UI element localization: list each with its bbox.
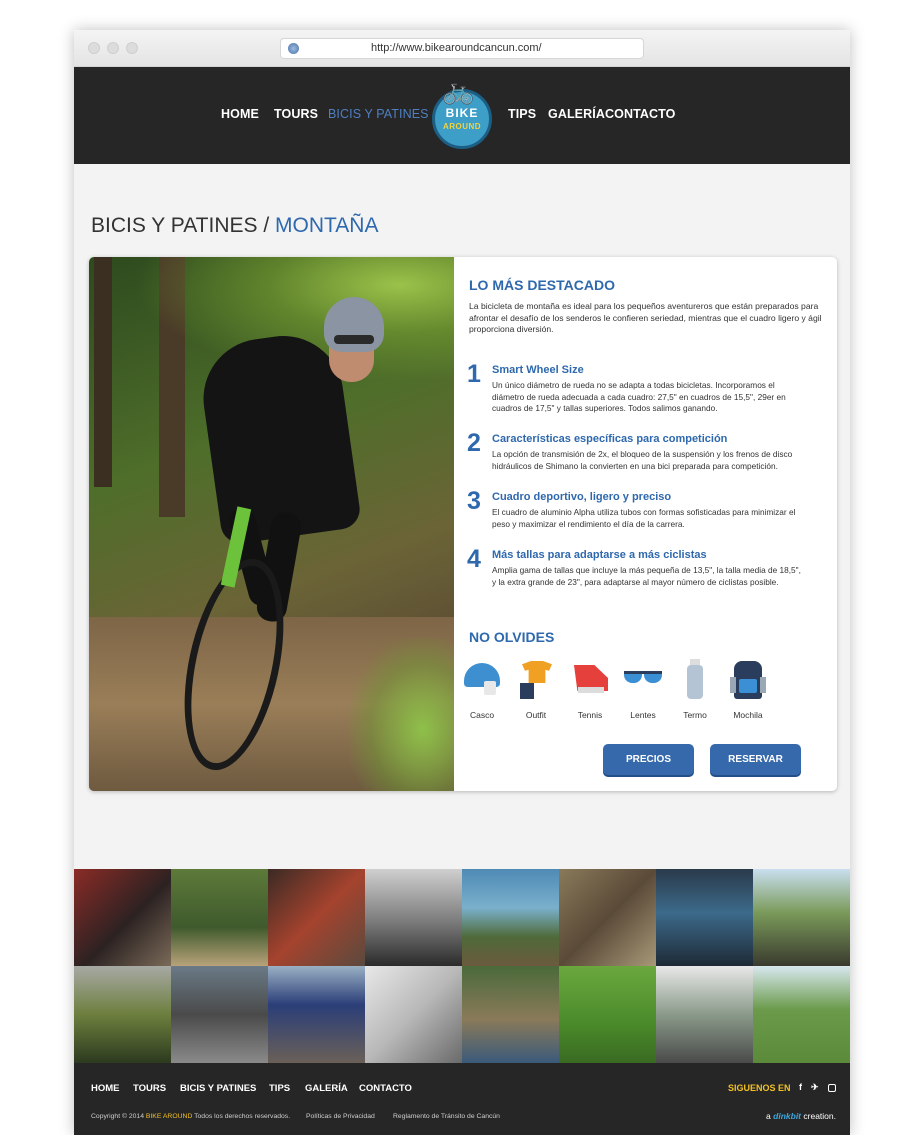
gear-label: Outfit — [525, 710, 547, 720]
maximize-window-button[interactable] — [126, 42, 138, 54]
gallery-photo[interactable] — [753, 869, 850, 966]
browser-chrome: http://www.bikearoundcancun.com/ — [74, 30, 850, 67]
product-details: LO MÁS DESTACADO La bicicleta de montaña… — [454, 257, 837, 791]
copyright-suffix: Todos los derechos reservados. — [194, 1113, 291, 1120]
footer-nav-tips[interactable]: TIPS — [269, 1083, 290, 1094]
copyright-prefix: Copyright © 2014 — [91, 1113, 144, 1120]
gear-item-mochila: Mochila — [720, 659, 776, 720]
address-bar[interactable]: http://www.bikearoundcancun.com/ — [280, 38, 644, 59]
glasses-icon — [623, 659, 663, 699]
gallery-photo[interactable] — [753, 966, 850, 1063]
gallery-photo[interactable] — [171, 966, 268, 1063]
twitter-icon[interactable]: ✈ — [811, 1082, 819, 1093]
gear-item-termo: Termo — [667, 659, 723, 720]
footer-nav-galeria[interactable]: GALERÍA — [305, 1083, 348, 1094]
privacy-policy-link[interactable]: Políticas de Privacidad — [306, 1113, 375, 1120]
backpack-icon — [728, 659, 768, 699]
credit-suffix: creation. — [803, 1111, 836, 1121]
feature-title: Smart Wheel Size — [492, 364, 584, 376]
footer-nav-bicis-y-patines[interactable]: BICIS Y PATINES — [180, 1083, 256, 1094]
address-bar-url: http://www.bikearoundcancun.com/ — [371, 42, 542, 54]
outfit-icon — [516, 659, 556, 699]
gear-label: Casco — [469, 710, 495, 720]
feature-text: El cuadro de aluminio Alpha utiliza tubo… — [492, 507, 796, 529]
facebook-icon[interactable]: f — [799, 1082, 802, 1092]
gallery-photo[interactable] — [74, 869, 171, 966]
helmet-icon — [462, 659, 502, 699]
close-window-button[interactable] — [88, 42, 100, 54]
copyright-brand: BIKE AROUND — [145, 1113, 193, 1120]
gallery-photo[interactable] — [268, 966, 365, 1063]
nav-tours[interactable]: TOURS — [274, 107, 318, 121]
gear-item-lentes: Lentes — [615, 659, 671, 720]
gallery-photo[interactable] — [365, 869, 462, 966]
logo-text-around: AROUND — [442, 122, 482, 131]
prices-button[interactable]: PRECIOS — [603, 744, 694, 775]
gear-item-tennis: Tennis — [562, 659, 618, 720]
agency-credit[interactable]: a dinkbit creation. — [766, 1111, 836, 1121]
nav-bicis-y-patines[interactable]: BICIS Y PATINES — [328, 107, 429, 121]
book-button[interactable]: RESERVAR — [710, 744, 801, 775]
nav-home[interactable]: HOME — [221, 107, 259, 121]
photo-gallery-grid — [74, 869, 850, 1063]
gallery-photo[interactable] — [365, 966, 462, 1063]
footer-nav-home[interactable]: HOME — [91, 1083, 120, 1094]
feature-title: Cuadro deportivo, ligero y preciso — [492, 491, 672, 503]
instagram-icon[interactable] — [828, 1084, 836, 1092]
credit-prefix: a — [766, 1111, 771, 1121]
highlights-intro: La bicicleta de montaña es ideal para lo… — [469, 301, 822, 334]
follow-us-label: SIGUENOS EN — [728, 1083, 791, 1093]
copyright-text: Copyright © 2014 BIKE AROUND Todos los d… — [91, 1113, 290, 1120]
nav-tips[interactable]: TIPS — [508, 107, 536, 121]
feature-number: 2 — [467, 429, 481, 457]
gear-item-casco: Casco — [454, 659, 510, 720]
gear-item-outfit: Outfit — [508, 659, 564, 720]
gallery-photo[interactable] — [462, 869, 559, 966]
gallery-photo[interactable] — [656, 966, 753, 1063]
traffic-rules-link[interactable]: Reglamento de Tránsito de Cancún — [393, 1113, 500, 1120]
page-title-main: BICIS Y PATINES / — [91, 214, 276, 237]
bicycle-icon: 🚲 — [442, 75, 475, 105]
gallery-photo[interactable] — [559, 869, 656, 966]
feature-number: 4 — [467, 545, 481, 573]
gallery-photo[interactable] — [171, 869, 268, 966]
gallery-photo[interactable] — [559, 966, 656, 1063]
footer-nav-contacto[interactable]: CONTACTO — [359, 1083, 412, 1094]
sneaker-icon — [570, 659, 610, 699]
bottle-icon — [675, 659, 715, 699]
gear-label: Lentes — [630, 710, 656, 720]
site-logo[interactable]: 🚲 BIKE AROUND — [432, 75, 492, 149]
site-header: HOME TOURS BICIS Y PATINES 🚲 BIKE AROUND… — [74, 67, 850, 164]
gear-label: Tennis — [577, 710, 603, 720]
minimize-window-button[interactable] — [107, 42, 119, 54]
highlights-heading: LO MÁS DESTACADO — [469, 277, 615, 293]
nav-contacto[interactable]: CONTACTO — [605, 107, 675, 121]
feature-text: Amplia gama de tallas que incluye la más… — [492, 565, 801, 587]
gear-label: Mochila — [733, 710, 763, 720]
feature-number: 1 — [467, 360, 481, 388]
nav-galeria[interactable]: GALERÍA — [548, 107, 605, 121]
favicon-icon — [288, 43, 299, 54]
credit-brand: dinkbit — [773, 1111, 802, 1121]
feature-number: 3 — [467, 487, 481, 515]
product-card: LO MÁS DESTACADO La bicicleta de montaña… — [89, 257, 837, 791]
gallery-photo[interactable] — [656, 869, 753, 966]
page-title: BICIS Y PATINES / MONTAÑA — [91, 214, 378, 238]
footer-nav-tours[interactable]: TOURS — [133, 1083, 166, 1094]
feature-text: Un único diámetro de rueda no se adapta … — [492, 380, 786, 413]
gallery-photo[interactable] — [462, 966, 559, 1063]
gallery-photo[interactable] — [74, 966, 171, 1063]
browser-window: http://www.bikearoundcancun.com/ HOME TO… — [74, 30, 850, 1135]
site-footer: HOME TOURS BICIS Y PATINES TIPS GALERÍA … — [74, 1063, 850, 1135]
remember-heading: NO OLVIDES — [469, 629, 555, 645]
page-title-sub: MONTAÑA — [275, 214, 379, 237]
feature-title: Más tallas para adaptarse a más ciclista… — [492, 549, 707, 561]
mountain-bike-rider-photo — [89, 257, 454, 791]
feature-text: La opción de transmisión de 2x, el bloqu… — [492, 449, 793, 471]
gear-label: Termo — [683, 710, 707, 720]
feature-title: Características específicas para competi… — [492, 433, 728, 445]
gallery-photo[interactable] — [268, 869, 365, 966]
logo-text-bike: BIKE — [445, 106, 479, 120]
